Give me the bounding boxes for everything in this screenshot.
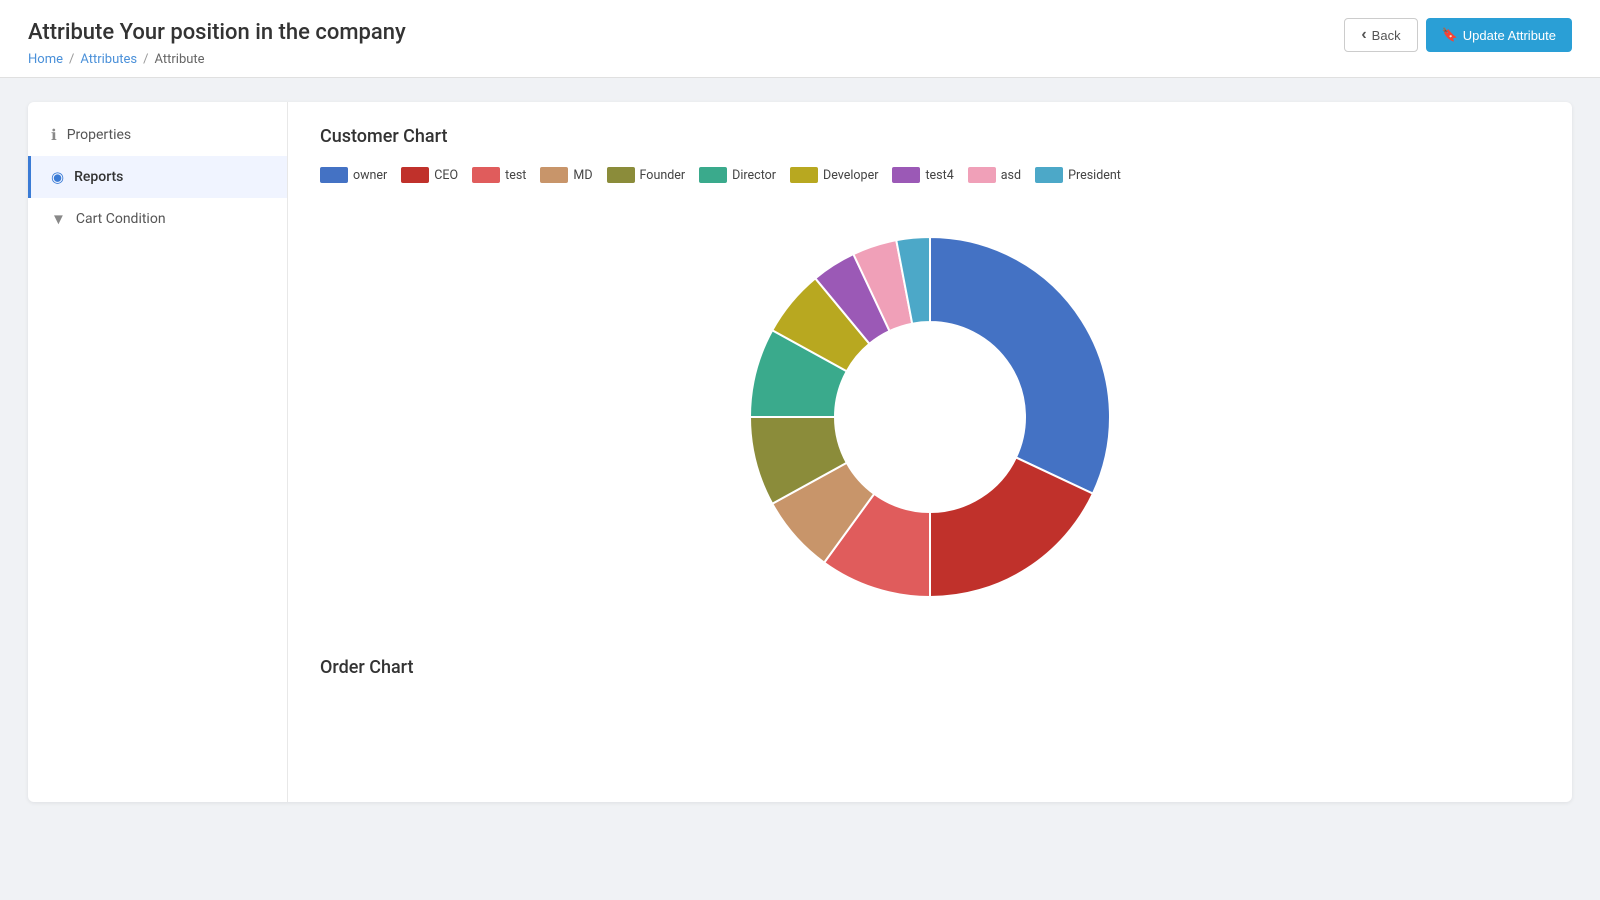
donut-hole (837, 324, 1023, 510)
breadcrumb: Home / Attributes / Attribute (28, 52, 1572, 67)
donut-chart-container (320, 207, 1540, 627)
legend-label: MD (573, 168, 592, 183)
legend-item: Director (699, 167, 776, 183)
legend-label: President (1068, 168, 1121, 183)
legend-color (607, 167, 635, 183)
legend-color (968, 167, 996, 183)
sidebar-item-cart-condition[interactable]: ▼ Cart Condition (28, 198, 287, 240)
sidebar-label-reports: Reports (74, 169, 123, 185)
update-attribute-button[interactable]: 🔖 Update Attribute (1426, 18, 1572, 52)
sidebar: ℹ Properties ◉ Reports ▼ Cart Condition (28, 102, 288, 802)
content-area: Customer Chart owner CEO test MD Founder Dire… (288, 102, 1572, 802)
legend-label: Founder (640, 168, 686, 183)
donut-chart (720, 207, 1140, 627)
back-button[interactable]: Back (1344, 18, 1417, 52)
sidebar-label-properties: Properties (67, 127, 131, 143)
breadcrumb-current: Attribute (155, 52, 205, 67)
chart-icon: ◉ (51, 168, 64, 186)
legend-item: CEO (401, 167, 458, 183)
chevron-left-icon (1361, 26, 1366, 44)
order-chart-title: Order Chart (320, 657, 1540, 678)
legend-item: Founder (607, 167, 686, 183)
legend-color (1035, 167, 1063, 183)
bookmark-icon: 🔖 (1442, 27, 1458, 43)
back-label: Back (1372, 28, 1401, 43)
breadcrumb-sep-1: / (69, 52, 74, 67)
legend-item: Developer (790, 167, 878, 183)
legend-item: owner (320, 167, 387, 183)
legend-color (540, 167, 568, 183)
main-content: ℹ Properties ◉ Reports ▼ Cart Condition … (0, 78, 1600, 826)
update-label: Update Attribute (1463, 28, 1556, 43)
legend-color (892, 167, 920, 183)
legend-color (699, 167, 727, 183)
legend-label: Developer (823, 168, 878, 183)
customer-chart-title: Customer Chart (320, 126, 1540, 147)
main-card: ℹ Properties ◉ Reports ▼ Cart Condition … (28, 102, 1572, 802)
legend-color (320, 167, 348, 183)
info-icon: ℹ (51, 126, 57, 144)
filter-icon: ▼ (51, 210, 66, 228)
legend-label: owner (353, 168, 387, 183)
legend-color (472, 167, 500, 183)
page-title: Attribute Your position in the company (28, 20, 406, 45)
legend-label: Director (732, 168, 776, 183)
header-buttons: Back 🔖 Update Attribute (1344, 18, 1572, 52)
breadcrumb-sep-2: / (143, 52, 148, 67)
legend-label: CEO (434, 168, 458, 183)
legend-label: test4 (925, 168, 953, 183)
legend-item: test4 (892, 167, 953, 183)
legend-label: test (505, 168, 526, 183)
legend-item: asd (968, 167, 1021, 183)
chart-legend: owner CEO test MD Founder Director Developer te… (320, 167, 1540, 183)
legend-color (790, 167, 818, 183)
breadcrumb-attributes[interactable]: Attributes (80, 52, 137, 67)
top-header: Attribute Your position in the company B… (0, 0, 1600, 78)
legend-item: MD (540, 167, 592, 183)
sidebar-label-cart-condition: Cart Condition (76, 211, 166, 227)
legend-item: President (1035, 167, 1121, 183)
legend-item: test (472, 167, 526, 183)
breadcrumb-home[interactable]: Home (28, 52, 63, 67)
sidebar-item-reports[interactable]: ◉ Reports (28, 156, 287, 198)
sidebar-item-properties[interactable]: ℹ Properties (28, 114, 287, 156)
legend-label: asd (1001, 168, 1021, 183)
legend-color (401, 167, 429, 183)
